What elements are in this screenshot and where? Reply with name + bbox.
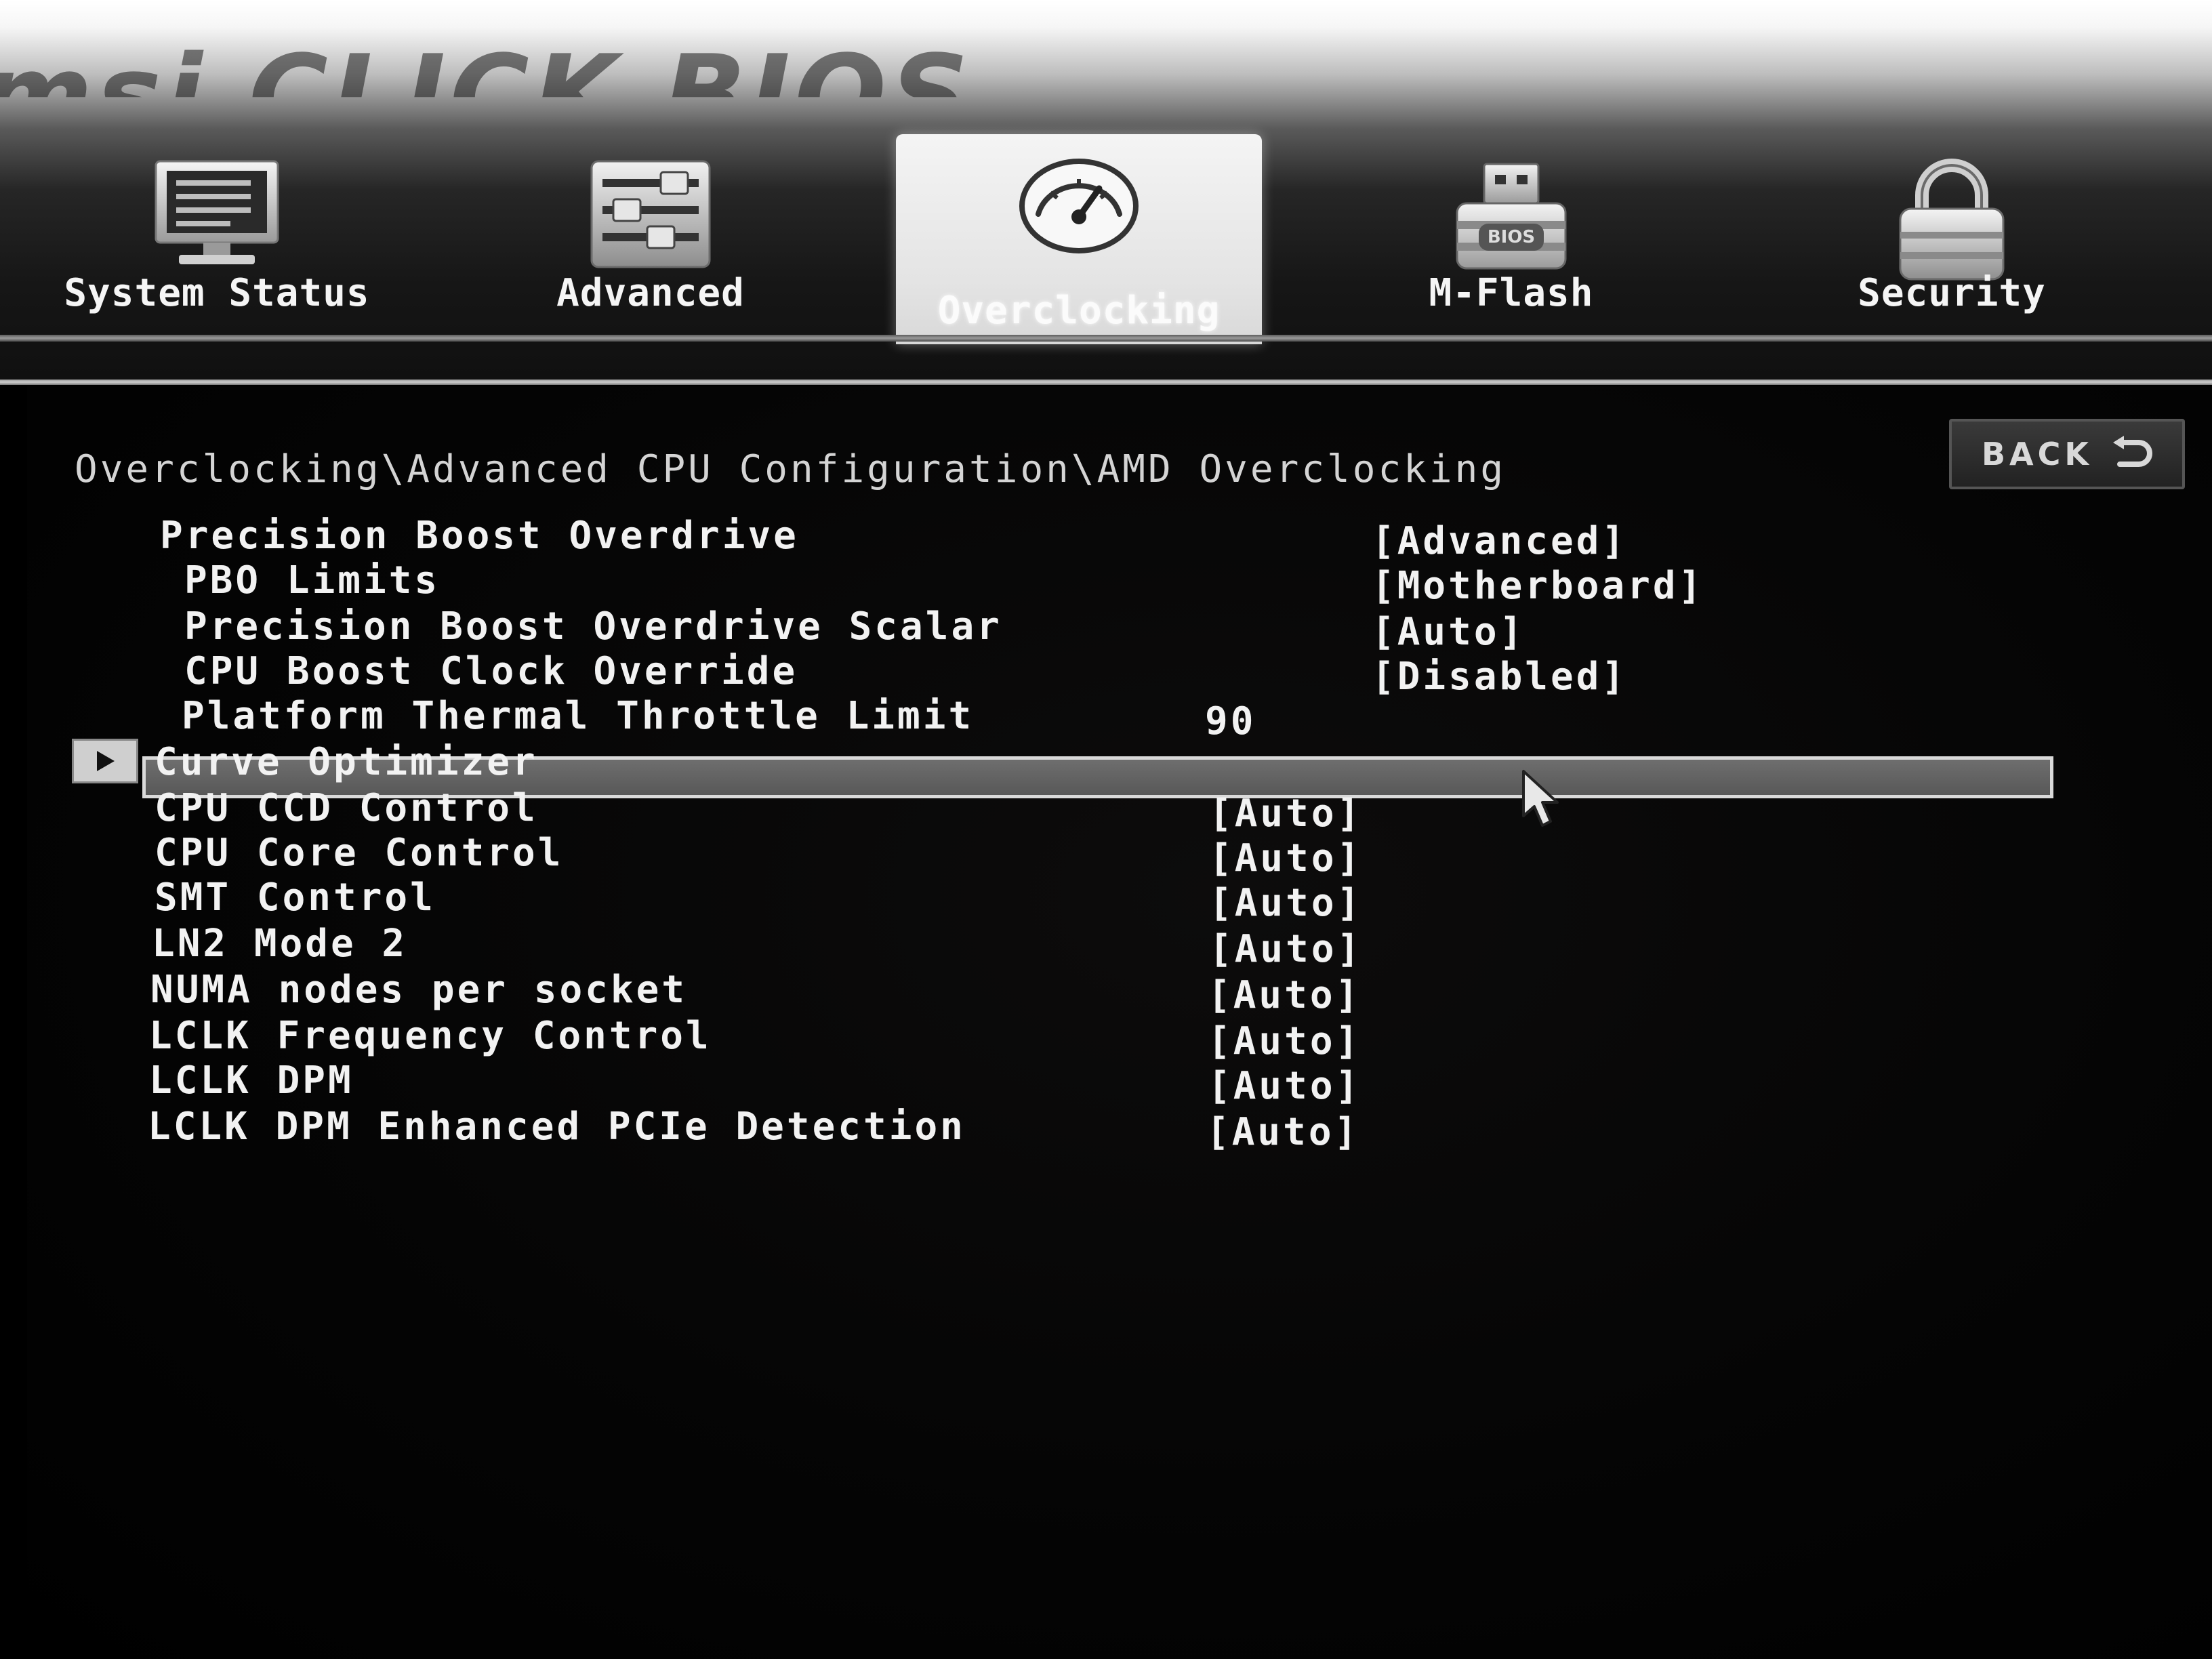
setting-value[interactable]: 90: [1205, 699, 1256, 743]
setting-label: Platform Thermal Throttle Limit: [182, 694, 975, 738]
setting-smt-control[interactable]: SMT Control [Auto]: [155, 876, 2039, 925]
setting-pbo-scalar[interactable]: Precision Boost Overdrive Scalar [Auto]: [160, 605, 2044, 654]
setting-label: Precision Boost Overdrive: [160, 514, 799, 558]
tab-advanced[interactable]: Advanced: [515, 136, 786, 339]
top-header: msi CLICK BIOS System Status Advanced Ov…: [0, 0, 2212, 380]
setting-value[interactable]: [Auto]: [1209, 836, 1362, 880]
tab-label: Overclocking: [937, 289, 1221, 333]
setting-value[interactable]: [Auto]: [1372, 610, 1525, 654]
setting-value[interactable]: [Disabled]: [1372, 655, 1627, 699]
setting-lclk-dpm[interactable]: LCLK DPM [Auto]: [149, 1059, 2033, 1108]
setting-label: Curve Optimizer: [155, 740, 538, 784]
setting-label: NUMA nodes per socket: [150, 968, 688, 1012]
tab-system-status[interactable]: System Status: [27, 136, 407, 339]
setting-value[interactable]: [Motherboard]: [1372, 564, 1704, 608]
setting-platform-thermal-throttle-limit[interactable]: Platform Thermal Throttle Limit 90: [160, 694, 2044, 743]
padlock-icon: [1891, 156, 2013, 287]
tab-overclocking[interactable]: Overclocking: [896, 134, 1262, 344]
tab-m-flash[interactable]: BIOS M-Flash: [1389, 136, 1633, 339]
setting-label: LCLK DPM Enhanced PCIe Detection: [148, 1105, 966, 1149]
sliders-icon: [586, 156, 715, 281]
monitor-icon: [149, 156, 285, 274]
tab-label: M-Flash: [1429, 271, 1594, 315]
setting-value[interactable]: [Auto]: [1209, 927, 1362, 971]
setting-lclk-dpm-enhanced-pcie-detection[interactable]: LCLK DPM Enhanced PCIe Detection [Auto]: [148, 1105, 2032, 1154]
setting-numa-nodes-per-socket[interactable]: NUMA nodes per socket [Auto]: [150, 968, 2034, 1017]
setting-label: CPU CCD Control: [155, 786, 538, 830]
breadcrumb: Overclocking\Advanced CPU Configuration\…: [75, 447, 1507, 491]
setting-pbo-limits[interactable]: PBO Limits [Motherboard]: [160, 558, 2044, 608]
setting-cpu-ccd-control[interactable]: CPU CCD Control [Auto]: [155, 786, 2039, 836]
tab-security[interactable]: Security: [1803, 136, 2101, 339]
setting-precision-boost-overdrive[interactable]: Precision Boost Overdrive [Advanced]: [160, 514, 2044, 563]
mouse-pointer-icon: [1521, 769, 1568, 832]
setting-value[interactable]: [Auto]: [1209, 792, 1362, 836]
back-button[interactable]: BACK: [1949, 419, 2185, 489]
setting-label: CPU Boost Clock Override: [184, 649, 798, 693]
submenu-arrow-icon: [72, 739, 138, 783]
setting-label: LCLK DPM: [149, 1059, 354, 1103]
setting-curve-optimizer[interactable]: Curve Optimizer: [155, 740, 2039, 785]
bios-flash-drive-icon: BIOS: [1443, 156, 1579, 281]
panel-divider: [0, 380, 2212, 385]
setting-label: CPU Core Control: [155, 831, 564, 875]
setting-value[interactable]: [Auto]: [1206, 1110, 1359, 1154]
setting-label: SMT Control: [155, 876, 436, 920]
setting-value[interactable]: [Auto]: [1208, 1064, 1361, 1108]
back-button-label: BACK: [1981, 436, 2093, 472]
setting-cpu-boost-clock-override[interactable]: CPU Boost Clock Override [Disabled]: [160, 649, 2044, 699]
setting-ln2-mode-2[interactable]: LN2 Mode 2 [Auto]: [152, 922, 2036, 971]
setting-label: LCLK Frequency Control: [149, 1014, 712, 1058]
setting-value[interactable]: [Auto]: [1208, 973, 1361, 1017]
tab-label: System Status: [64, 271, 370, 315]
svg-text:BIOS: BIOS: [1488, 227, 1535, 247]
setting-cpu-core-control[interactable]: CPU Core Control [Auto]: [155, 831, 2039, 880]
tab-label: Advanced: [556, 271, 745, 315]
setting-label: LN2 Mode 2: [152, 922, 408, 966]
setting-label: Precision Boost Overdrive Scalar: [184, 605, 1002, 649]
setting-value[interactable]: [Auto]: [1209, 881, 1362, 925]
return-arrow-icon: [2110, 436, 2153, 472]
setting-value[interactable]: [Auto]: [1208, 1019, 1361, 1063]
setting-value[interactable]: [Advanced]: [1372, 519, 1627, 563]
header-divider: [0, 335, 2212, 342]
setting-label: PBO Limits: [184, 558, 441, 602]
tab-label: Security: [1858, 271, 2046, 315]
setting-lclk-frequency-control[interactable]: LCLK Frequency Control [Auto]: [149, 1014, 2033, 1063]
speedometer-icon: [1018, 155, 1140, 259]
